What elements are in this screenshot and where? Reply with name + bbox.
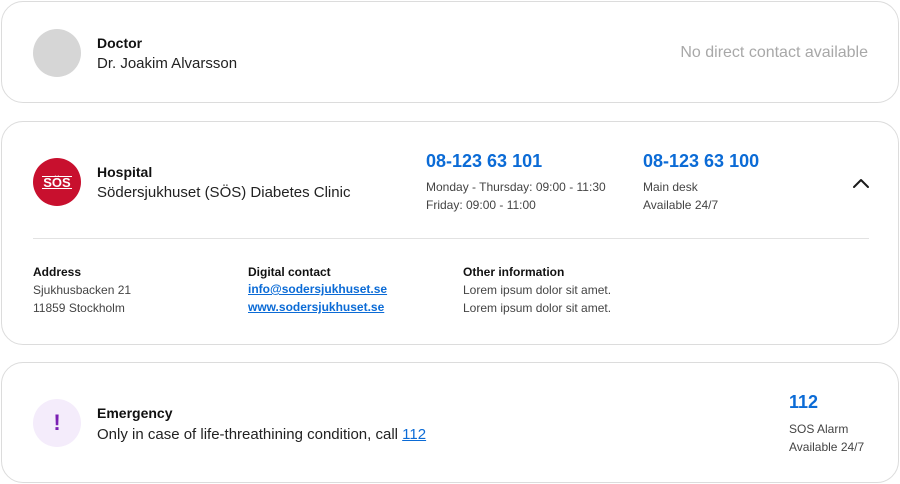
hospital-phone-primary-hours-1: Monday - Thursday: 09:00 - 11:30 xyxy=(426,180,606,194)
address-label: Address xyxy=(33,265,82,279)
hospital-card: SÖS Hospital Södersjukhuset (SÖS) Diabet… xyxy=(1,121,899,345)
doctor-contact-status: No direct contact available xyxy=(680,44,868,61)
other-info-line-2: Lorem ipsum dolor sit amet. xyxy=(463,301,612,315)
avatar-placeholder-icon xyxy=(33,29,81,77)
hospital-title: Hospital xyxy=(97,164,153,180)
hospital-phone-primary-hours-2: Friday: 09:00 - 11:00 xyxy=(426,198,536,212)
emergency-description-text: Only in case of life-threathining condit… xyxy=(97,426,398,443)
hospital-phone-primary-link[interactable]: 08-123 63 101 xyxy=(426,151,542,172)
digital-contact-label: Digital contact xyxy=(248,265,331,279)
hospital-logo-text: SÖS xyxy=(42,174,72,190)
address-line-2: 11859 Stockholm xyxy=(33,301,125,315)
emergency-phone-availability: Available 24/7 xyxy=(789,440,865,454)
hospital-phone-secondary-desc: Main desk xyxy=(643,180,698,194)
exclamation-icon: ! xyxy=(33,399,81,447)
hospital-phone-secondary-availability: Available 24/7 xyxy=(643,198,719,212)
emergency-title: Emergency xyxy=(97,405,173,421)
doctor-title: Doctor xyxy=(97,35,143,51)
doctor-name: Dr. Joakim Alvarsson xyxy=(97,55,238,72)
address-line-1: Sjukhusbacken 21 xyxy=(33,283,132,297)
website-link[interactable]: www.sodersjukhuset.se xyxy=(248,300,384,314)
hospital-divider xyxy=(33,238,869,239)
hospital-logo-icon: SÖS xyxy=(33,158,81,206)
emergency-phone-desc: SOS Alarm xyxy=(789,422,849,436)
chevron-up-icon[interactable] xyxy=(852,175,870,193)
emergency-call-link[interactable]: 112 xyxy=(402,426,426,443)
other-info-line-1: Lorem ipsum dolor sit amet. xyxy=(463,283,612,297)
other-info-label: Other information xyxy=(463,265,565,279)
emergency-phone-link[interactable]: 112 xyxy=(789,392,818,413)
emergency-card: ! Emergency Only in case of life-threath… xyxy=(1,362,899,483)
doctor-card: Doctor Dr. Joakim Alvarsson No direct co… xyxy=(1,1,899,103)
hospital-name: Södersjukhuset (SÖS) Diabetes Clinic xyxy=(97,184,351,201)
emergency-description: Only in case of life-threathining condit… xyxy=(97,426,426,443)
hospital-phone-secondary-link[interactable]: 08-123 63 100 xyxy=(643,151,759,172)
email-link[interactable]: info@sodersjukhuset.se xyxy=(248,282,387,296)
